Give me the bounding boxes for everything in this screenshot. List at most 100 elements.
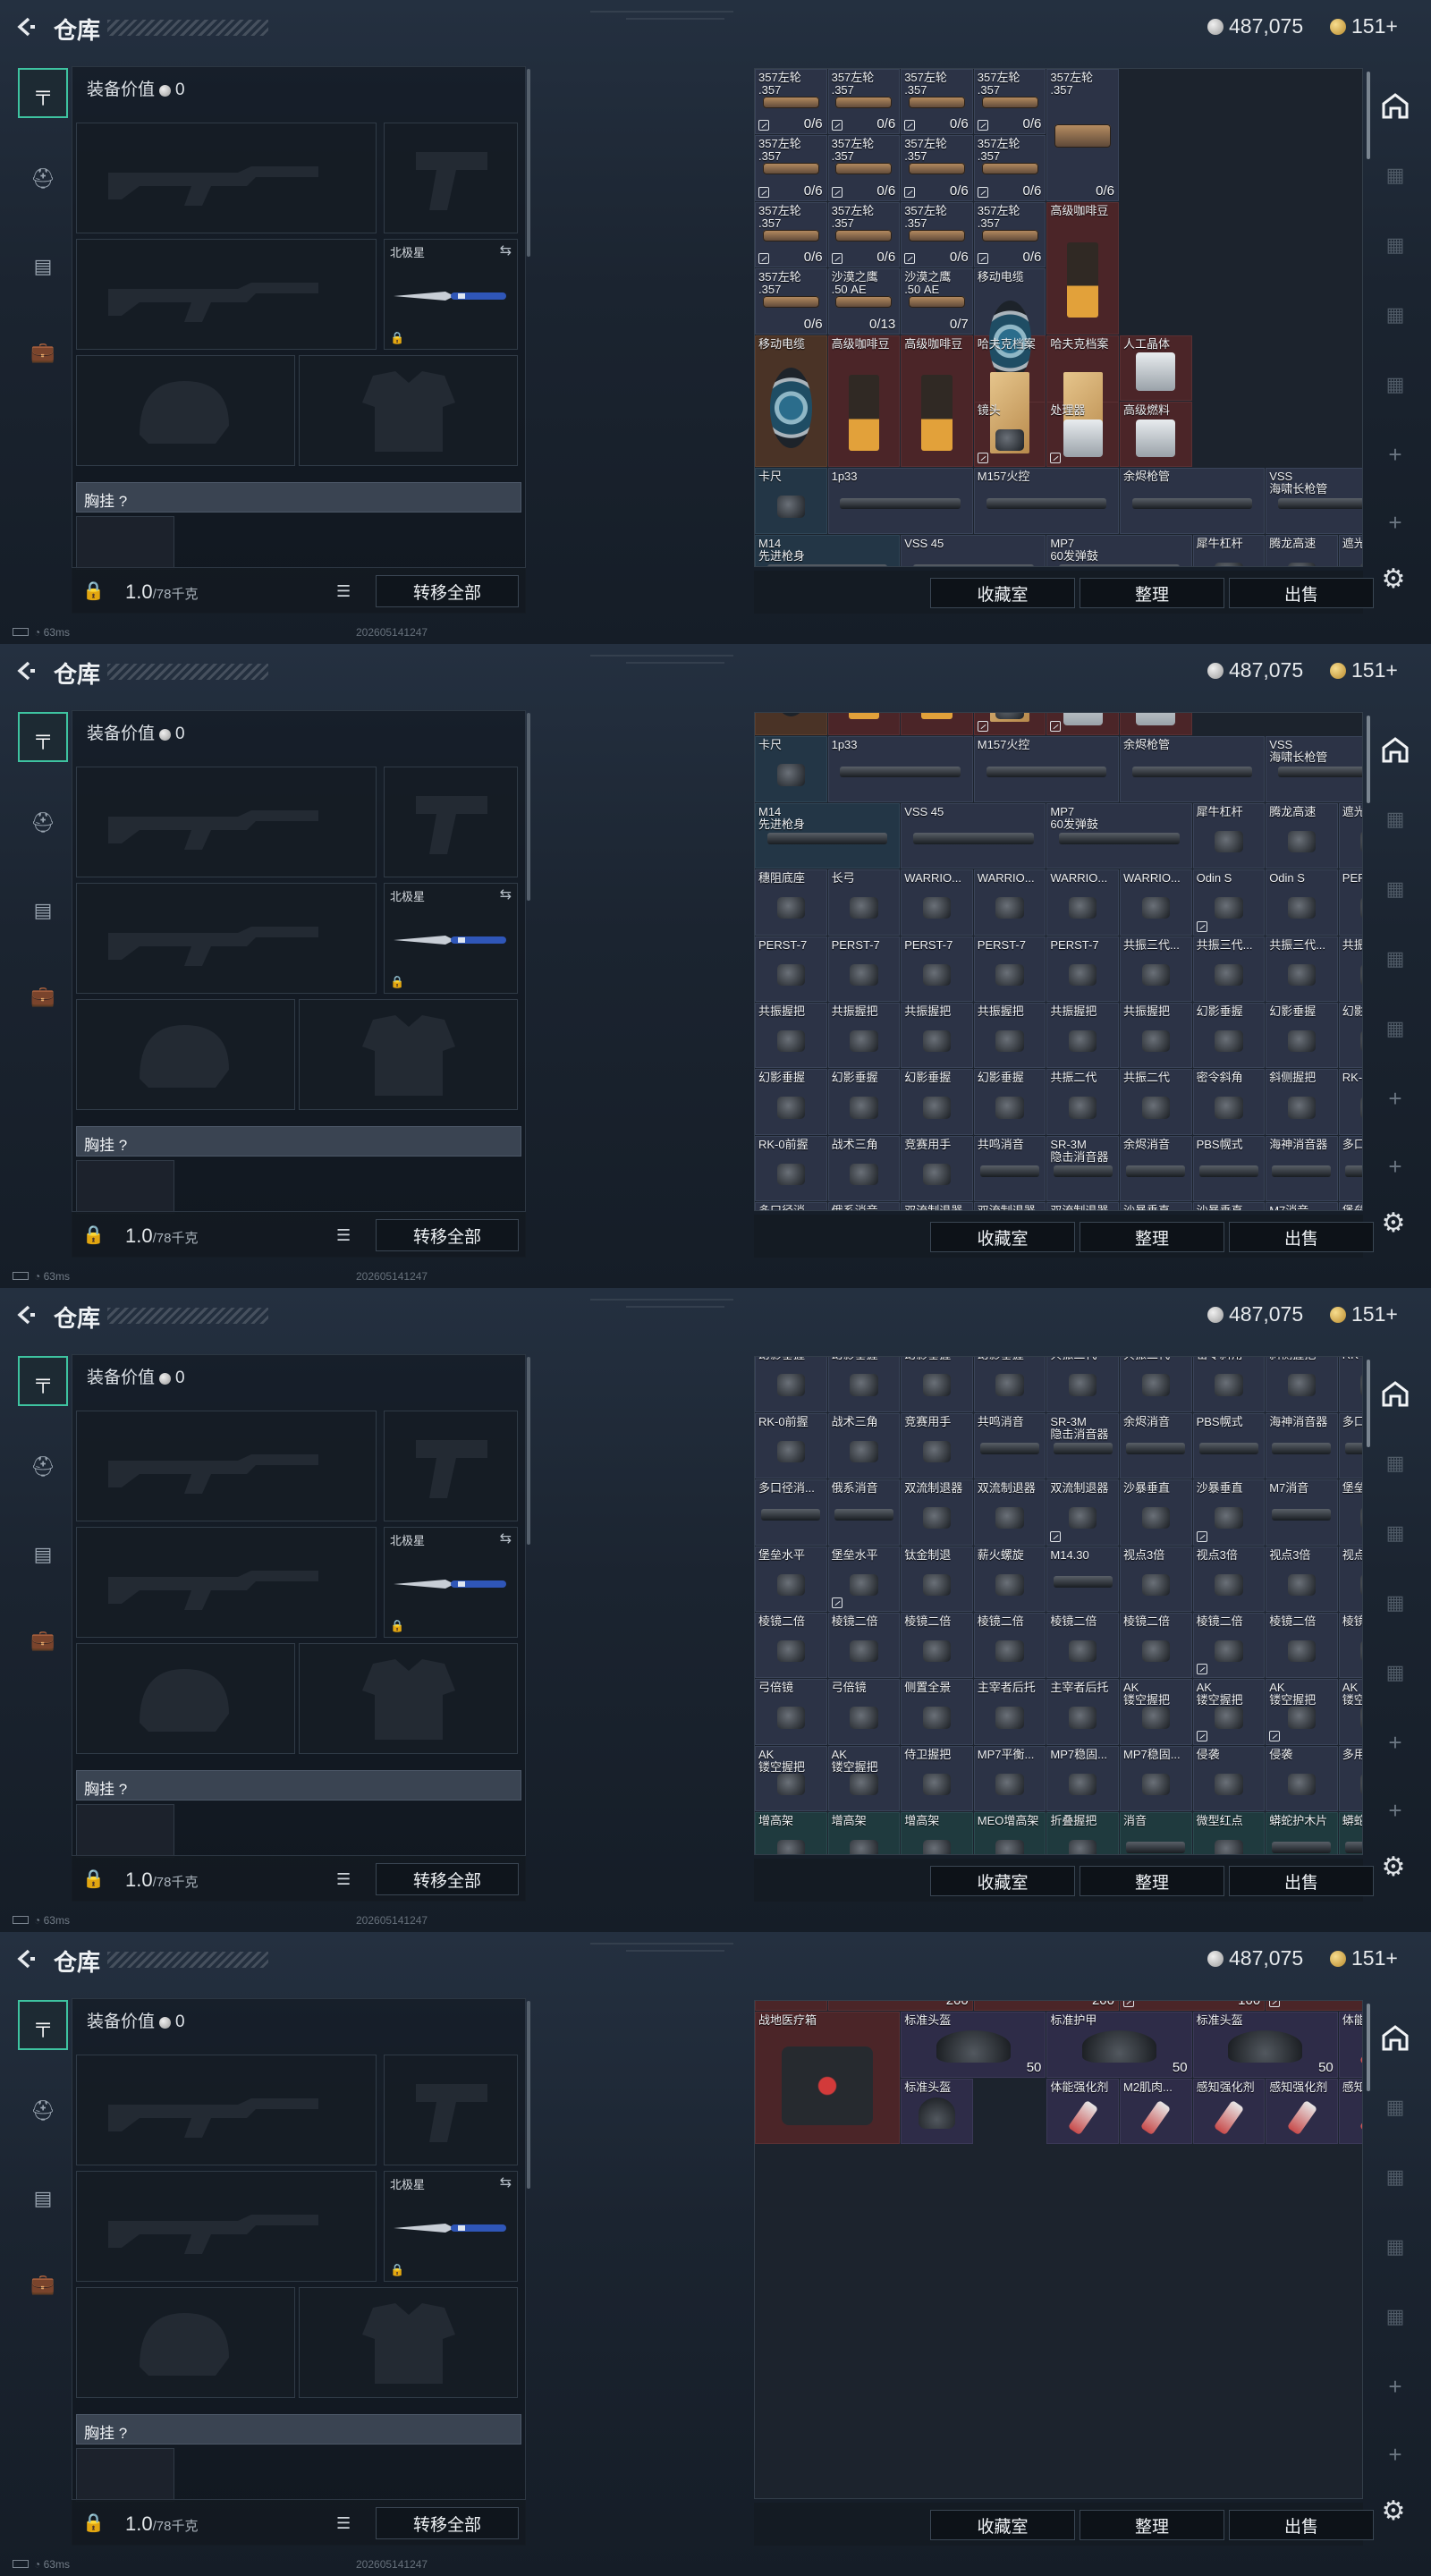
inventory-item[interactable]: 堡垒水平: [1338, 1202, 1362, 1210]
inventory-item[interactable]: 主宰者后托: [1046, 1679, 1119, 1745]
inventory-item[interactable]: 357左轮 .357 0/6: [901, 135, 973, 201]
inventory-item[interactable]: 腾龙高速: [1266, 802, 1338, 869]
inventory-item[interactable]: M157火控: [973, 468, 1119, 534]
tab-storage-3[interactable]: ▦: [1379, 2161, 1411, 2193]
inventory-item[interactable]: 战术三角: [827, 1135, 901, 1202]
inventory-item[interactable]: 犀牛杠杆: [1192, 534, 1266, 566]
tab-storage-3[interactable]: ▦: [1379, 229, 1411, 261]
melee-slot[interactable]: 北极星 ⇆ 🔒: [384, 239, 518, 350]
inventory-item[interactable]: 视点3倍: [1192, 1546, 1266, 1612]
inventory-item[interactable]: 斜侧握把: [1266, 1069, 1338, 1135]
helmet-slot[interactable]: [76, 1643, 295, 1754]
lock-icon[interactable]: 🔒: [82, 1224, 105, 1246]
inventory-item[interactable]: 标准护甲 50: [1046, 2012, 1192, 2078]
inventory-item[interactable]: AK 镂空握把: [755, 1745, 827, 1812]
primary-weapon-slot[interactable]: [76, 123, 377, 233]
gold-currency[interactable]: 151+: [1330, 658, 1398, 682]
chest-rig-header[interactable]: 胸挂 ?: [76, 2414, 521, 2445]
inventory-item[interactable]: 多口径消...: [755, 1202, 827, 1210]
inventory-item[interactable]: 竞赛用手: [901, 1412, 973, 1479]
inventory-item[interactable]: 多用途增高: [1338, 1745, 1362, 1812]
inventory-item[interactable]: PERST-7: [901, 936, 973, 1002]
gold-currency[interactable]: 151+: [1330, 1302, 1398, 1326]
inventory-item[interactable]: 共振三代...: [1338, 936, 1362, 1002]
inventory-item[interactable]: 长弓: [827, 869, 901, 936]
sidearm-slot[interactable]: [384, 2055, 518, 2165]
inventory-item[interactable]: 蟒蛇护木片: [1338, 1812, 1362, 1854]
inventory-item[interactable]: MP7平衡...: [973, 1745, 1046, 1812]
inventory-item[interactable]: AK 镂空握把: [827, 1745, 901, 1812]
sell-button[interactable]: 出售: [1229, 1866, 1374, 1896]
inventory-item[interactable]: M7消音: [1266, 1479, 1338, 1546]
inventory-item[interactable]: 幻影垂握: [827, 1357, 901, 1412]
add-storage-tab[interactable]: +: [1379, 2370, 1411, 2402]
add-storage-tab[interactable]: +: [1379, 1082, 1411, 1114]
inventory-item[interactable]: 高级护甲200: [827, 2001, 973, 2012]
lock-icon[interactable]: 🔒: [82, 580, 105, 602]
armor-slot[interactable]: [299, 2287, 518, 2398]
back-arrow-icon[interactable]: [13, 1946, 38, 1971]
tab-storage-5[interactable]: ▦: [1379, 1657, 1411, 1689]
primary-weapon-slot[interactable]: [76, 767, 377, 877]
inventory-item[interactable]: MP7 60发弹鼓: [1046, 534, 1192, 566]
tab-storage-3[interactable]: ▦: [1379, 873, 1411, 905]
inventory-item[interactable]: 共振握把: [901, 1003, 973, 1069]
sort-button[interactable]: 整理: [1080, 1222, 1224, 1252]
inventory-item[interactable]: PBS幌式: [1192, 1135, 1266, 1202]
inventory-item[interactable]: 海神消音器: [1266, 1412, 1338, 1479]
lock-icon[interactable]: 🔒: [82, 1868, 105, 1890]
inventory-item[interactable]: MEO增高架: [973, 1812, 1046, 1854]
inventory-item[interactable]: 共振二代: [1046, 1069, 1119, 1135]
inventory-item[interactable]: 腾龙高速: [1266, 534, 1338, 566]
sort-button[interactable]: 整理: [1080, 578, 1224, 608]
inventory-item[interactable]: 多口径消...: [755, 1479, 827, 1546]
inventory-item[interactable]: 高级头盔100: [1120, 2001, 1266, 2012]
transfer-all-button[interactable]: 转移全部: [376, 1863, 519, 1895]
inventory-item[interactable]: 棱镜二倍: [901, 1613, 973, 1679]
inventory-item[interactable]: 共鸣消音: [973, 1412, 1046, 1479]
inventory-item[interactable]: 余烬枪管: [1120, 468, 1266, 534]
chest-rig-header[interactable]: 胸挂 ?: [76, 1126, 521, 1157]
inventory-item[interactable]: WARRIO...: [1046, 869, 1119, 936]
inventory-item[interactable]: 余烬枪管: [1120, 736, 1266, 802]
tab-vest[interactable]: ▤: [18, 242, 68, 292]
inventory-item[interactable]: 标准头盔 50: [901, 2012, 1046, 2078]
tab-storage-5[interactable]: ▦: [1379, 369, 1411, 401]
inventory-item[interactable]: 高级咖啡豆: [901, 335, 973, 468]
tab-weapons[interactable]: ╤: [18, 712, 68, 762]
melee-slot[interactable]: 北极星 ⇆ 🔒: [384, 883, 518, 994]
collection-room-button[interactable]: 收藏室: [930, 1866, 1075, 1896]
sidearm-slot[interactable]: [384, 767, 518, 877]
tab-helmet[interactable]: ⛑: [18, 154, 68, 204]
chest-rig-header[interactable]: 胸挂 ?: [76, 482, 521, 513]
inventory-item[interactable]: 双流制退器: [901, 1479, 973, 1546]
inventory-item[interactable]: 357左轮 .357 0/6: [973, 201, 1046, 268]
inventory-item[interactable]: 余烬消音: [1120, 1135, 1192, 1202]
inventory-item[interactable]: 高级燃料: [1120, 402, 1192, 468]
sell-button[interactable]: 出售: [1229, 1222, 1374, 1252]
loadout-scrollbar[interactable]: [527, 1357, 530, 1545]
inventory-item[interactable]: PBS幌式: [1192, 1412, 1266, 1479]
tab-storage-5[interactable]: ▦: [1379, 1013, 1411, 1045]
inventory-item[interactable]: 微型红点: [1192, 1812, 1266, 1854]
inventory-item[interactable]: 增高架: [827, 1812, 901, 1854]
inventory-item[interactable]: 幻影垂握: [901, 1069, 973, 1135]
inventory-item[interactable]: 俄系消音: [827, 1479, 901, 1546]
inventory-item[interactable]: 357左轮 .357 0/6: [901, 201, 973, 268]
tab-helmet[interactable]: ⛑: [18, 1442, 68, 1492]
tab-storage-2[interactable]: ▦: [1379, 803, 1411, 835]
inventory-item[interactable]: 堡垒水平: [755, 1546, 827, 1612]
tab-bag[interactable]: 💼: [18, 327, 68, 377]
collection-room-button[interactable]: 收藏室: [930, 1222, 1075, 1252]
loadout-scrollbar[interactable]: [527, 2001, 530, 2189]
inventory-item[interactable]: 357左轮 .357 0/6: [755, 268, 827, 335]
tab-vest[interactable]: ▤: [18, 2174, 68, 2224]
inventory-item[interactable]: 共振二代: [1046, 1357, 1119, 1412]
inventory-item[interactable]: VSS 海啸长枪管: [1266, 736, 1362, 802]
inventory-item[interactable]: 蟒蛇护木片: [1266, 1812, 1338, 1854]
stash-grid[interactable]: 移动电缆高级咖啡豆高级咖啡豆哈夫克档案哈夫克档案镜头处理器高级燃料卡尺1p33M…: [754, 712, 1363, 1211]
inventory-item[interactable]: 共振三代...: [1120, 936, 1192, 1002]
sidearm-slot[interactable]: [384, 1411, 518, 1521]
add-storage-tab[interactable]: +: [1379, 1794, 1411, 1826]
inventory-item[interactable]: 高级咖啡豆: [827, 713, 901, 736]
